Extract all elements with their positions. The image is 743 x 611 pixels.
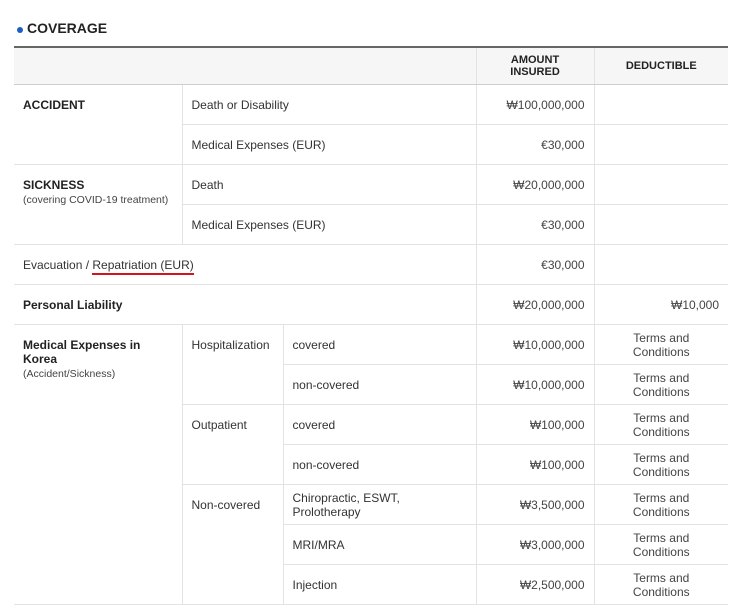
amount-cell: ₩100,000 [475, 404, 595, 445]
subcategory-outpatient: Outpatient [181, 404, 283, 485]
amount-cell: €30,000 [475, 244, 595, 285]
section-title: COVERAGE [17, 18, 107, 38]
section-title-text: COVERAGE [27, 20, 108, 36]
amount-cell: ₩100,000,000 [475, 84, 595, 125]
table-row: Medical Expenses in Korea (Accident/Sick… [14, 324, 729, 605]
deductible-cell [593, 204, 729, 245]
amount-cell: €30,000 [475, 204, 595, 245]
table-row: SICKNESS (covering COVID-19 treatment) D… [14, 164, 729, 245]
category-korea: Medical Expenses in Korea (Accident/Sick… [14, 324, 182, 605]
deductible-cell [593, 84, 729, 125]
item-cell: covered [282, 324, 477, 365]
item-cell: Chiropractic, ESWT, Prolotherapy [282, 484, 477, 525]
amount-cell: ₩2,500,000 [475, 564, 595, 605]
item-cell: non-covered [282, 364, 477, 405]
amount-cell: ₩20,000,000 [475, 284, 595, 325]
header-blank [14, 46, 477, 85]
category-label: ACCIDENT [23, 98, 85, 112]
category-label: Medical Expenses in Korea [23, 338, 141, 366]
deductible-cell [593, 164, 729, 205]
category-label: SICKNESS [23, 178, 85, 192]
amount-cell: ₩100,000 [475, 444, 595, 485]
item-cell: Death [181, 164, 477, 205]
item-cell: Medical Expenses (EUR) [181, 204, 477, 245]
item-cell: Death or Disability [181, 84, 477, 125]
item-cell: non-covered [282, 444, 477, 485]
table-row: Personal Liability ₩20,000,000 ₩10,000 [14, 284, 729, 325]
table-row: ACCIDENT Death or Disability ₩100,000,00… [14, 84, 729, 165]
header-amount: AMOUNT INSURED [475, 46, 595, 85]
category-note: (covering COVID-19 treatment) [23, 194, 169, 206]
deductible-cell: ₩10,000 [593, 284, 729, 325]
amount-cell: €30,000 [475, 124, 595, 165]
deductible-cell: Terms and Conditions [593, 324, 729, 365]
amount-cell: ₩10,000,000 [475, 324, 595, 365]
deductible-cell: Terms and Conditions [593, 404, 729, 445]
liability-label: Personal Liability [14, 284, 477, 325]
item-cell: Medical Expenses (EUR) [181, 124, 477, 165]
subcategory-hospitalization: Hospitalization [181, 324, 283, 405]
bullet-icon [17, 27, 23, 33]
table-header-row: AMOUNT INSURED DEDUCTIBLE [14, 46, 729, 85]
item-cell: Injection [282, 564, 477, 605]
deductible-cell: Terms and Conditions [593, 484, 729, 525]
category-accident: ACCIDENT [14, 84, 182, 165]
amount-cell: ₩20,000,000 [475, 164, 595, 205]
subcategory-non-covered: Non-covered [181, 484, 283, 605]
evacuation-cell: Evacuation / Repatriation (EUR) [14, 244, 477, 285]
item-cell: MRI/MRA [282, 524, 477, 565]
deductible-cell: Terms and Conditions [593, 524, 729, 565]
deductible-cell [593, 244, 729, 285]
category-sickness: SICKNESS (covering COVID-19 treatment) [14, 164, 182, 245]
item-cell: covered [282, 404, 477, 445]
table-row: Evacuation / Repatriation (EUR) €30,000 [14, 244, 729, 285]
deductible-cell: Terms and Conditions [593, 444, 729, 485]
deductible-cell: Terms and Conditions [593, 564, 729, 605]
repatriation-highlight: Repatriation (EUR) [92, 257, 194, 275]
amount-cell: ₩10,000,000 [475, 364, 595, 405]
deductible-cell [593, 124, 729, 165]
coverage-table: AMOUNT INSURED DEDUCTIBLE ACCIDENT Death… [14, 46, 729, 605]
category-note: (Accident/Sickness) [23, 368, 116, 380]
amount-cell: ₩3,000,000 [475, 524, 595, 565]
evacuation-label: Evacuation / [23, 257, 93, 272]
amount-cell: ₩3,500,000 [475, 484, 595, 525]
deductible-cell: Terms and Conditions [593, 364, 729, 405]
header-deductible: DEDUCTIBLE [593, 46, 729, 85]
